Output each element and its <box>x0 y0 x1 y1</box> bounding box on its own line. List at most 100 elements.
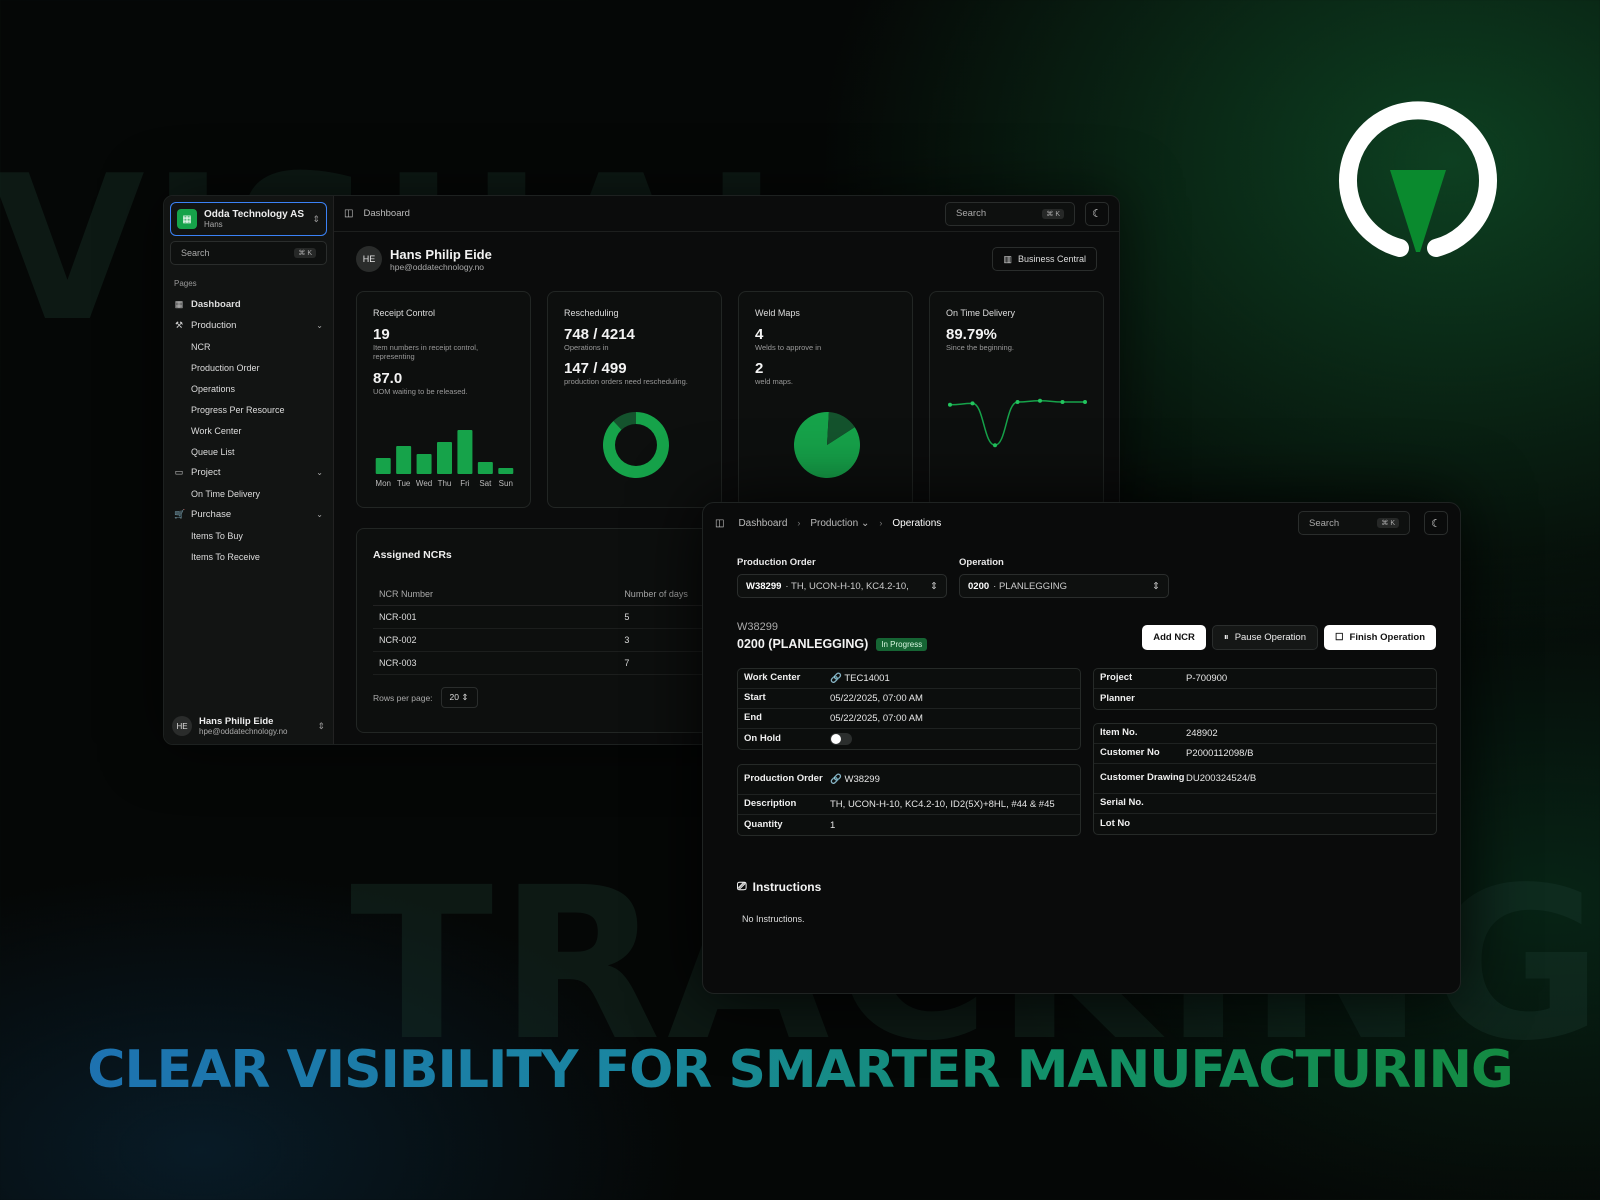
breadcrumb[interactable]: Dashboard <box>363 208 409 219</box>
bar <box>396 446 412 474</box>
field-label: Production Order <box>737 557 816 568</box>
user-header: HE Hans Philip Eide hpe@oddatechnology.n… <box>334 232 1119 272</box>
production-order-link[interactable]: 🔗 W38299 <box>830 774 880 785</box>
status-badge: In Progress <box>876 637 928 651</box>
card-receipt-control[interactable]: Receipt Control 19 Item numbers in recei… <box>356 291 531 508</box>
card-on-time-delivery[interactable]: On Time Delivery 89.79% Since the beginn… <box>929 291 1104 508</box>
search-shortcut: ⌘ K <box>1377 518 1399 528</box>
cart-icon: 🛒 <box>174 509 186 519</box>
x-tick-label: Fri <box>460 479 470 488</box>
card-title: Weld Maps <box>755 308 800 318</box>
user-name: Hans Philip Eide <box>390 246 492 262</box>
on-hold-toggle[interactable] <box>830 733 852 745</box>
wrench-icon: ⚒ <box>174 320 184 330</box>
chevron-down-icon: ⌄ <box>316 321 323 330</box>
sidebar-item-on-time-delivery[interactable]: On Time Delivery <box>164 483 333 504</box>
card-rescheduling[interactable]: Rescheduling 748 / 4214 Operations in 14… <box>547 291 722 508</box>
x-tick-label: Mon <box>375 479 391 488</box>
select-value-code: W38299 <box>746 580 782 592</box>
x-tick-label: Wed <box>416 479 432 488</box>
brand-logo <box>1339 101 1497 257</box>
sidebar-toggle-icon[interactable]: ◫ <box>715 518 724 529</box>
sidebar-item-production-order[interactable]: Production Order <box>164 357 333 378</box>
production-order-select[interactable]: W38299 · TH, UCON-H-10, KC4.2-10, ⇕ <box>737 574 947 598</box>
bar <box>477 462 493 474</box>
detail-key: Planner <box>1100 692 1135 704</box>
card-desc: weld maps. <box>755 377 793 387</box>
card-title: Receipt Control <box>373 308 436 318</box>
card-desc: UOM waiting to be released. <box>373 386 468 396</box>
weekly-bar-chart: Mon Tue Wed Thu Fri Sat Sun <box>375 430 514 488</box>
sidebar-item-dashboard[interactable]: ▦ Dashboard <box>164 294 333 315</box>
bar <box>375 458 391 474</box>
sidebar-item-label: Production <box>191 320 237 331</box>
sidebar-item-operations[interactable]: Operations <box>164 378 333 399</box>
sidebar-user-menu[interactable]: HE Hans Philip Eide hpe@oddatechnology.n… <box>172 716 325 736</box>
breadcrumb-production[interactable]: Production ⌄ <box>810 518 869 529</box>
operation-title: 0200 (PLANLEGGING) <box>737 637 869 651</box>
card-value: 19 <box>373 326 390 343</box>
chevron-updown-icon: ⇕ <box>317 720 325 731</box>
table-cell: NCR-001 <box>373 605 619 629</box>
pause-operation-button[interactable]: ⏸ Pause Operation <box>1211 625 1318 650</box>
add-ncr-button[interactable]: Add NCR <box>1142 625 1206 650</box>
sidebar-item-label: Purchase <box>191 509 232 520</box>
sidebar-item-queue-list[interactable]: Queue List <box>164 441 333 462</box>
x-tick-label: Sat <box>479 479 492 488</box>
operation-select[interactable]: 0200 · PLANLEGGING ⇕ <box>959 574 1169 598</box>
field-label: Operation <box>959 557 1004 568</box>
column-header[interactable]: NCR Number <box>373 583 619 606</box>
detail-row: Quantity 1 <box>738 815 1080 835</box>
sidebar-item-production[interactable]: ⚒ Production ⌄ <box>164 315 333 336</box>
detail-row: End 05/22/2025, 07:00 AM <box>738 709 1080 729</box>
donut-hole <box>615 424 657 466</box>
detail-value: P-700900 <box>1186 673 1228 684</box>
data-point <box>1038 398 1042 403</box>
search-placeholder: Search <box>956 208 987 219</box>
detail-key: Project <box>1100 672 1133 684</box>
sidebar-item-label: Dashboard <box>191 299 241 310</box>
card-value: 87.0 <box>373 369 403 387</box>
user-email: hpe@oddatechnology.no <box>390 261 485 272</box>
card-desc: Since the beginning. <box>946 343 1014 352</box>
sidebar-item-progress-per-resource[interactable]: Progress Per Resource <box>164 399 333 420</box>
sidebar-user-name: Hans Philip Eide <box>199 716 274 727</box>
business-central-button[interactable]: ▥ Business Central <box>992 247 1097 271</box>
detail-key: End <box>744 712 762 724</box>
theme-toggle-moon-icon[interactable]: ☾ <box>1424 511 1448 535</box>
org-switcher[interactable]: ▦ Odda Technology AS Hans ⇕ <box>170 202 327 236</box>
search-input[interactable]: Search ⌘ K <box>945 201 1075 226</box>
card-value: 748 / 4214 <box>564 326 635 343</box>
item-panel: Item No. 248902 Customer No P2000112098/… <box>1093 723 1437 835</box>
theme-toggle-moon-icon[interactable]: ☾ <box>1085 201 1109 226</box>
sidebar-toggle-icon[interactable]: ◫ <box>344 208 353 219</box>
sidebar-item-project[interactable]: ▭ Project ⌄ <box>164 462 333 483</box>
detail-value: 248902 <box>1186 728 1218 739</box>
search-shortcut: ⌘ K <box>294 248 316 258</box>
operation-actions: Add NCR ⏸ Pause Operation ☐ Finish Opera… <box>1142 625 1436 650</box>
rows-per-page-label: Rows per page: <box>373 692 433 703</box>
weld-maps-pie-chart <box>794 412 860 478</box>
breadcrumb-dashboard[interactable]: Dashboard <box>738 518 787 529</box>
rows-per-page-select[interactable]: 20 ⇕ <box>440 687 478 708</box>
detail-value: DU200324524/B <box>1186 773 1257 784</box>
sidebar-item-purchase[interactable]: 🛒 Purchase ⌄ <box>164 504 333 525</box>
order-number: W38299 <box>737 621 778 633</box>
search-input[interactable]: Search ⌘ K <box>1298 511 1410 535</box>
sidebar-item-items-to-receive[interactable]: Items To Receive <box>164 546 333 567</box>
work-center-link[interactable]: 🔗 TEC14001 <box>830 673 890 684</box>
sidebar-search[interactable]: Search ⌘ K <box>170 241 327 265</box>
chevron-right-icon: › <box>797 518 801 528</box>
checkbox-square-icon: ☐ <box>1334 632 1344 643</box>
on-time-delivery-line-chart <box>948 398 1087 448</box>
select-value-text: · TH, UCON-H-10, KC4.2-10, <box>785 580 909 592</box>
detail-row: Start 05/22/2025, 07:00 AM <box>738 689 1080 709</box>
detail-value: P2000112098/B <box>1186 748 1254 759</box>
card-weld-maps[interactable]: Weld Maps 4 Welds to approve in 2 weld m… <box>738 291 913 508</box>
sidebar-item-items-to-buy[interactable]: Items To Buy <box>164 525 333 546</box>
detail-row: Lot No <box>1094 814 1436 834</box>
sidebar-item-work-center[interactable]: Work Center <box>164 420 333 441</box>
finish-operation-button[interactable]: ☐ Finish Operation <box>1323 625 1436 650</box>
sidebar-item-ncr[interactable]: NCR <box>164 336 333 357</box>
work-center-value: TEC14001 <box>844 673 890 684</box>
